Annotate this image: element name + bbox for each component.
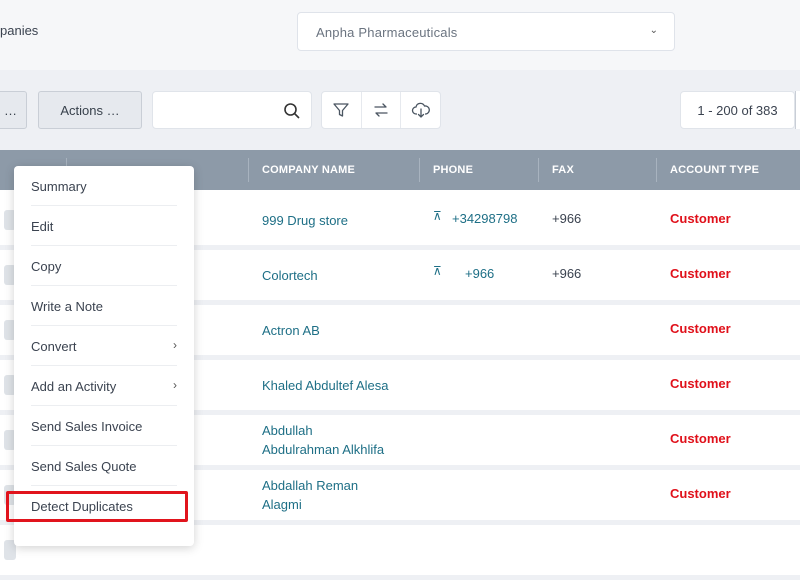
swap-icon[interactable] (362, 92, 402, 128)
company-name-link[interactable]: Colortech (262, 266, 318, 285)
account-type: Customer (670, 376, 731, 391)
menu-item-edit[interactable]: Edit (31, 206, 177, 246)
menu-item-send-sales-invoice[interactable]: Send Sales Invoice (31, 406, 177, 446)
company-name-link[interactable]: Abdallah Reman Alagmi (262, 476, 358, 514)
company-select-value: Anpha Pharmaceuticals (316, 25, 458, 40)
menu-item-write-note[interactable]: Write a Note (31, 286, 177, 326)
phone-value[interactable]: +34298798 (452, 211, 517, 226)
account-type: Customer (670, 266, 731, 281)
page-title: panies (0, 23, 39, 38)
menu-item-send-sales-quote[interactable]: Send Sales Quote (31, 446, 177, 486)
search-icon[interactable] (283, 102, 301, 125)
column-separator (538, 158, 539, 182)
column-separator (248, 158, 249, 182)
menu-item-add-activity[interactable]: Add an Activity › (31, 366, 177, 406)
actions-button[interactable]: Actions … (38, 91, 142, 129)
phone-icon[interactable]: ⊼ (433, 209, 442, 223)
highlight-box (6, 491, 188, 522)
menu-item-label: Summary (31, 179, 87, 194)
company-name-link[interactable]: 999 Drug store (262, 211, 348, 230)
company-name-link[interactable]: Abdullah Abdulrahman Alkhlifa (262, 421, 384, 459)
toolbar: … Actions … 1 - 200 of 383 (0, 70, 800, 150)
column-header-phone[interactable]: PHONE (433, 164, 473, 176)
company-name-line: Alagmi (262, 497, 302, 512)
menu-item-label: Copy (31, 259, 62, 274)
menu-item-label: Send Sales Quote (31, 459, 137, 474)
fax-value: +966 (552, 211, 582, 226)
account-type: Customer (670, 486, 731, 501)
company-select[interactable]: Anpha Pharmaceuticals ⌄ (297, 12, 675, 51)
chevron-down-icon: ⌄ (649, 25, 658, 36)
company-name-link[interactable]: Actron AB (262, 321, 320, 340)
company-name-link[interactable]: Khaled Abdultef Alesa (262, 376, 389, 395)
fax-value: +966 (552, 266, 582, 281)
account-type: Customer (670, 431, 731, 446)
menu-item-convert[interactable]: Convert › (31, 326, 177, 366)
phone-icon[interactable]: ⊼ (433, 264, 442, 278)
column-header-company-name[interactable]: COMPANY NAME (262, 164, 355, 176)
page-header: panies Anpha Pharmaceuticals ⌄ (0, 0, 800, 70)
column-separator (656, 158, 657, 182)
account-type: Customer (670, 321, 731, 336)
row-context-menu: Summary Edit Copy Write a Note Convert ›… (14, 166, 194, 546)
pagination-info: 1 - 200 of 383 (680, 91, 795, 129)
chevron-right-icon: › (173, 338, 177, 352)
previous-button[interactable]: … (0, 91, 27, 129)
column-header-account-type[interactable]: ACCOUNT TYPE (670, 164, 759, 176)
menu-item-label: Convert (31, 339, 77, 354)
menu-item-label: Write a Note (31, 299, 104, 314)
account-type: Customer (670, 211, 731, 226)
company-name-line: Abdallah Reman (262, 478, 359, 493)
chevron-right-icon: › (173, 378, 177, 392)
company-name-line: Abdulrahman Alkhlifa (262, 442, 385, 457)
company-name-line: Abdullah (262, 423, 313, 438)
search-input[interactable] (161, 100, 275, 122)
menu-item-summary[interactable]: Summary (31, 166, 177, 206)
menu-item-label: Send Sales Invoice (31, 419, 143, 434)
filter-icon[interactable] (322, 92, 362, 128)
view-tools (321, 91, 441, 129)
phone-value[interactable]: +966 (465, 266, 494, 281)
menu-item-copy[interactable]: Copy (31, 246, 177, 286)
menu-item-label: Edit (31, 219, 54, 234)
cloud-download-icon[interactable] (401, 92, 440, 128)
pagination-next[interactable] (795, 91, 800, 129)
column-separator (419, 158, 420, 182)
menu-item-label: Add an Activity (31, 379, 117, 394)
search-box (152, 91, 312, 129)
column-header-fax[interactable]: FAX (552, 164, 574, 176)
